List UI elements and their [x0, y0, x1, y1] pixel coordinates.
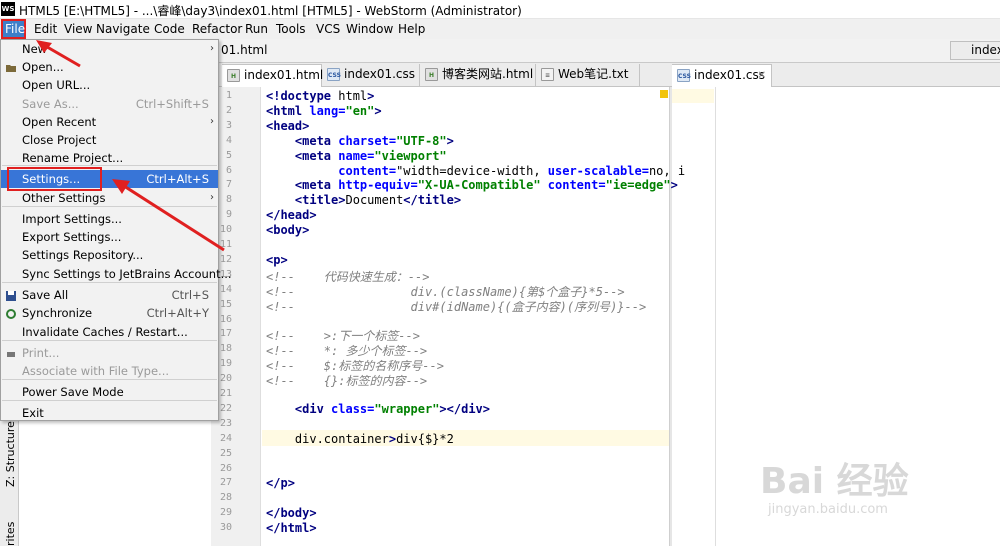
watermark-main-text: Bai 经验: [760, 461, 909, 502]
baidu-jingyan-watermark: Bai 经验 jingyan.baidu.com: [760, 452, 909, 517]
arrowhead-file: [36, 40, 52, 53]
watermark-sub-text: jingyan.baidu.com: [768, 502, 888, 517]
arrow-to-settings: [123, 184, 225, 252]
